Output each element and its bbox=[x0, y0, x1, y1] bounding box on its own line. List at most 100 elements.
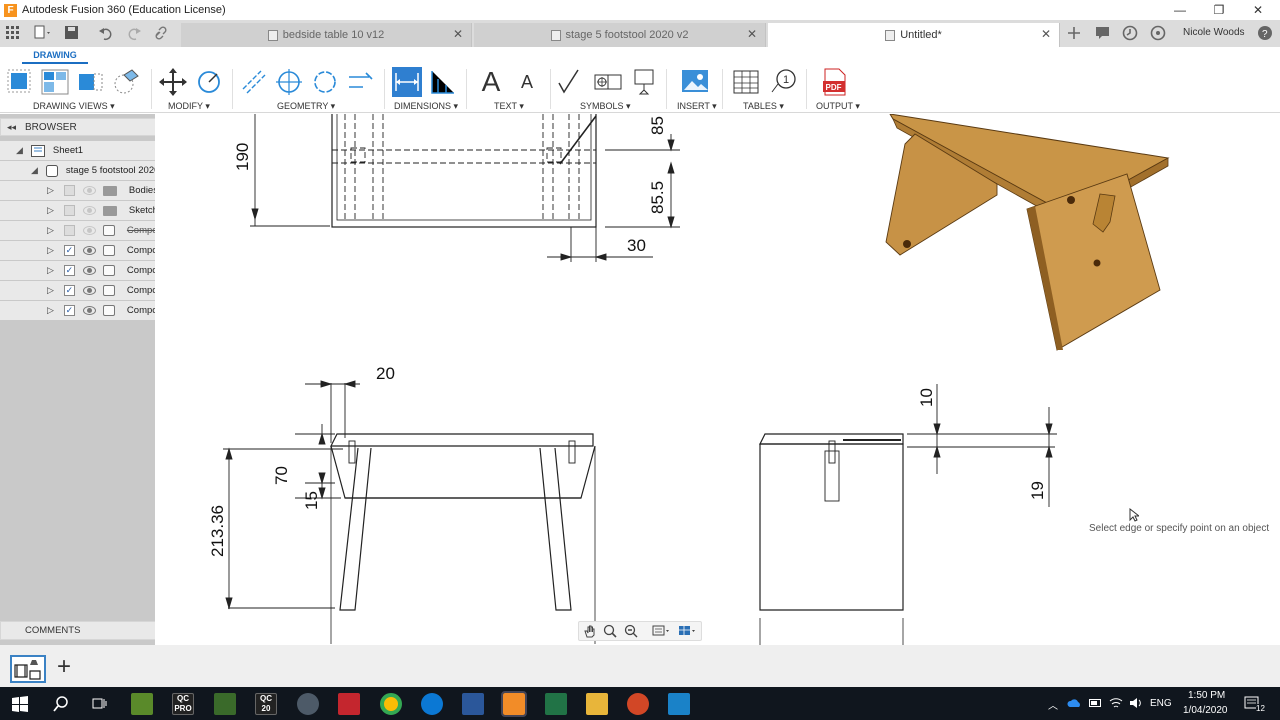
group-output[interactable]: OUTPUT ▾ bbox=[816, 101, 860, 112]
help-icon[interactable]: ? bbox=[1257, 25, 1273, 41]
redo-icon[interactable] bbox=[126, 25, 142, 41]
grid-settings-icon[interactable] bbox=[678, 624, 698, 638]
group-tables[interactable]: TABLES ▾ bbox=[743, 101, 784, 112]
eye-icon[interactable] bbox=[82, 246, 96, 255]
link-icon[interactable] bbox=[153, 25, 169, 41]
detail-view-icon[interactable] bbox=[112, 67, 142, 97]
taskbar-filter-app-icon[interactable] bbox=[668, 693, 690, 715]
expand-triangle-icon[interactable]: ▷ bbox=[47, 305, 54, 316]
ordinate-dimension-icon[interactable] bbox=[428, 67, 458, 97]
dimension-side-apron[interactable]: 19 bbox=[1028, 481, 1047, 500]
visibility-checkbox[interactable]: ✓ bbox=[63, 265, 75, 276]
visibility-checkbox[interactable]: ✓ bbox=[63, 245, 75, 256]
pdf-output-icon[interactable]: PDF bbox=[820, 67, 850, 97]
tree-row-folder[interactable]: ▷ Sketches bbox=[47, 201, 168, 220]
expand-triangle-icon[interactable]: ▷ bbox=[47, 185, 54, 196]
eye-icon[interactable] bbox=[82, 206, 96, 215]
edge-extension-icon[interactable] bbox=[346, 67, 376, 97]
taskbar-powerpoint-icon[interactable] bbox=[627, 693, 649, 715]
workspace-tab-drawing[interactable]: DRAWING bbox=[22, 50, 88, 64]
taskbar-fusion360-icon[interactable] bbox=[501, 691, 527, 717]
dimension-side-top[interactable]: 10 bbox=[917, 388, 936, 407]
group-geometry[interactable]: GEOMETRY ▾ bbox=[277, 101, 335, 112]
section-view-icon[interactable] bbox=[76, 67, 106, 97]
text-icon[interactable]: A bbox=[476, 66, 506, 97]
clock-icon[interactable] bbox=[1150, 25, 1166, 41]
file-menu-icon[interactable] bbox=[33, 25, 53, 41]
projected-view-icon[interactable] bbox=[40, 67, 70, 97]
sheet-thumbnail[interactable] bbox=[10, 655, 46, 683]
expand-triangle-icon[interactable]: ▷ bbox=[47, 205, 54, 216]
feature-control-frame-icon[interactable] bbox=[593, 67, 623, 97]
surface-texture-icon[interactable] bbox=[556, 67, 586, 97]
visibility-checkbox[interactable]: ✓ bbox=[63, 305, 75, 316]
dimension-front-apron[interactable]: 70 bbox=[272, 466, 291, 485]
zoom-window-icon[interactable] bbox=[624, 624, 638, 638]
minimize-button[interactable]: — bbox=[1160, 0, 1200, 20]
group-text[interactable]: TEXT ▾ bbox=[494, 101, 524, 112]
clock-time[interactable]: 1:50 PM bbox=[1188, 690, 1225, 701]
tab-close-icon[interactable]: ✕ bbox=[747, 27, 757, 41]
collapse-triangle-icon[interactable]: ◢ bbox=[31, 165, 38, 176]
onedrive-icon[interactable] bbox=[1067, 698, 1083, 708]
volume-icon[interactable] bbox=[1129, 696, 1143, 710]
base-view-icon[interactable] bbox=[5, 67, 35, 97]
taskbar-edge-icon[interactable] bbox=[421, 693, 443, 715]
group-drawing-views[interactable]: DRAWING VIEWS ▾ bbox=[33, 101, 115, 112]
taskbar-app-paint-icon[interactable] bbox=[297, 693, 319, 715]
tab-untitled[interactable]: Untitled* ✕ bbox=[768, 23, 1060, 47]
eye-icon[interactable] bbox=[82, 186, 96, 195]
tab-footstool[interactable]: stage 5 footstool 2020 v2 ✕ bbox=[474, 23, 766, 47]
battery-icon[interactable] bbox=[1089, 698, 1103, 708]
eye-icon[interactable] bbox=[82, 266, 96, 275]
tree-row-sheet[interactable]: ◢ Sheet1 bbox=[16, 141, 83, 160]
undo-icon[interactable] bbox=[98, 25, 114, 41]
dimension-icon[interactable] bbox=[392, 67, 422, 97]
dimension-front-small[interactable]: 15 bbox=[302, 491, 321, 510]
center-pattern-icon[interactable] bbox=[310, 67, 340, 97]
eye-icon[interactable] bbox=[82, 286, 96, 295]
taskbar-app-qc-pro-icon[interactable]: QC PRO bbox=[172, 693, 194, 715]
taskbar-excel-icon[interactable] bbox=[545, 693, 567, 715]
new-tab-plus-icon[interactable] bbox=[1067, 26, 1081, 40]
visibility-checkbox[interactable] bbox=[63, 225, 75, 236]
restore-button[interactable]: ❐ bbox=[1199, 0, 1239, 20]
tab-bedside-table[interactable]: bedside table 10 v12 ✕ bbox=[181, 23, 472, 47]
visibility-checkbox[interactable] bbox=[63, 185, 75, 196]
taskbar-app-sketchup-icon[interactable] bbox=[214, 693, 236, 715]
expand-triangle-icon[interactable]: ▷ bbox=[47, 265, 54, 276]
taskbar-word-icon[interactable] bbox=[462, 693, 484, 715]
table-icon[interactable] bbox=[731, 67, 761, 97]
visibility-checkbox[interactable] bbox=[63, 205, 75, 216]
centerline-icon[interactable] bbox=[239, 67, 269, 97]
pan-hand-icon[interactable] bbox=[583, 624, 597, 638]
move-icon[interactable] bbox=[158, 67, 188, 97]
dimension-front-height[interactable]: 213.36 bbox=[208, 505, 227, 557]
collapse-browser-icon[interactable]: ◂◂ bbox=[7, 122, 16, 133]
language-indicator[interactable]: ENG bbox=[1150, 698, 1172, 709]
collapse-triangle-icon[interactable]: ◢ bbox=[16, 145, 23, 156]
dimension-top-width[interactable]: 30 bbox=[627, 236, 646, 255]
comments-icon[interactable] bbox=[1095, 26, 1111, 40]
task-view-icon[interactable] bbox=[92, 696, 108, 712]
balloon-icon[interactable]: 1 bbox=[769, 67, 799, 97]
tree-row-folder[interactable]: ▷ Bodies bbox=[47, 181, 158, 200]
datum-identifier-icon[interactable] bbox=[629, 67, 659, 97]
save-icon[interactable] bbox=[64, 25, 80, 41]
center-mark-icon[interactable] bbox=[274, 67, 304, 97]
wifi-icon[interactable] bbox=[1109, 696, 1123, 710]
eye-icon[interactable] bbox=[82, 306, 96, 315]
tray-chevron-icon[interactable]: ︿ bbox=[1048, 697, 1058, 712]
dimension-front-offset[interactable]: 20 bbox=[376, 364, 395, 383]
taskbar-file-explorer-icon[interactable] bbox=[586, 693, 608, 715]
display-settings-icon[interactable] bbox=[652, 624, 672, 638]
group-insert[interactable]: INSERT ▾ bbox=[677, 101, 717, 112]
dimension-top-upper[interactable]: 85 bbox=[648, 116, 667, 135]
apps-grid-icon[interactable] bbox=[6, 26, 20, 40]
rotate-icon[interactable] bbox=[194, 67, 224, 97]
job-status-icon[interactable] bbox=[1122, 25, 1138, 41]
expand-triangle-icon[interactable]: ▷ bbox=[47, 285, 54, 296]
clock-date[interactable]: 1/04/2020 bbox=[1183, 705, 1228, 716]
dimension-top-height[interactable]: 190 bbox=[233, 143, 252, 171]
group-modify[interactable]: MODIFY ▾ bbox=[168, 101, 210, 112]
